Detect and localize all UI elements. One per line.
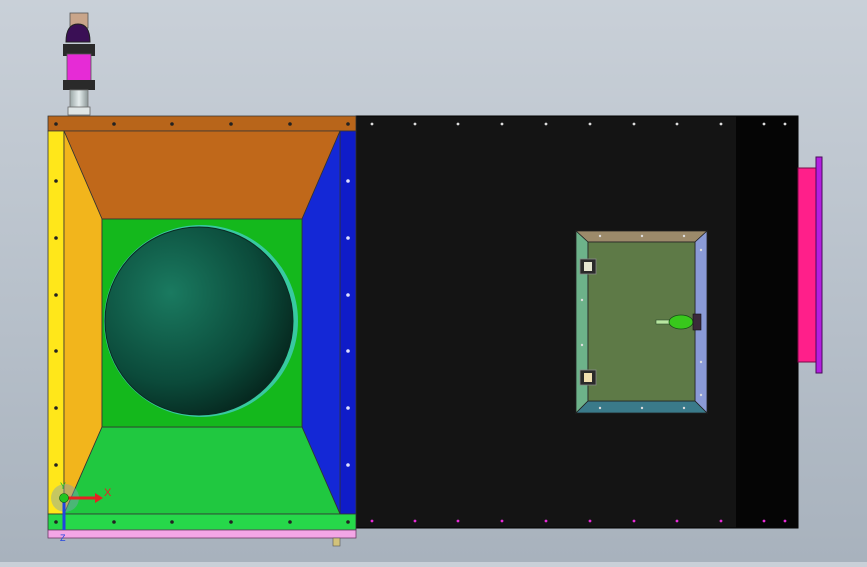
y-axis-dot	[59, 493, 69, 503]
x-axis-label: X	[104, 487, 112, 499]
hinge-bottom	[579, 369, 597, 386]
valve-nut-bottom	[63, 80, 95, 90]
top-flange-strip	[47, 115, 357, 132]
z-axis-label: Z	[60, 533, 66, 543]
housing-end-section	[736, 116, 798, 528]
base-plate	[47, 529, 357, 539]
y-axis-label: Y	[60, 481, 66, 491]
inlet-flange[interactable]	[797, 156, 823, 374]
bottom-taper-panel	[63, 426, 341, 515]
vertical-valve-assembly[interactable]	[63, 12, 95, 116]
top-taper-panel	[63, 130, 341, 220]
circular-opening[interactable]	[104, 226, 294, 416]
cad-viewport[interactable]: X Y Z	[0, 0, 867, 562]
right-flange-strip	[339, 130, 357, 515]
hinge-top	[579, 258, 597, 275]
left-flange-strip	[47, 130, 65, 515]
valve-base	[67, 106, 91, 116]
valve-body	[66, 53, 92, 85]
door-frame-left	[575, 230, 589, 414]
drain-plug	[332, 537, 341, 547]
bottom-flange-strip	[47, 513, 357, 531]
front-flange-assembly[interactable]	[47, 115, 357, 547]
